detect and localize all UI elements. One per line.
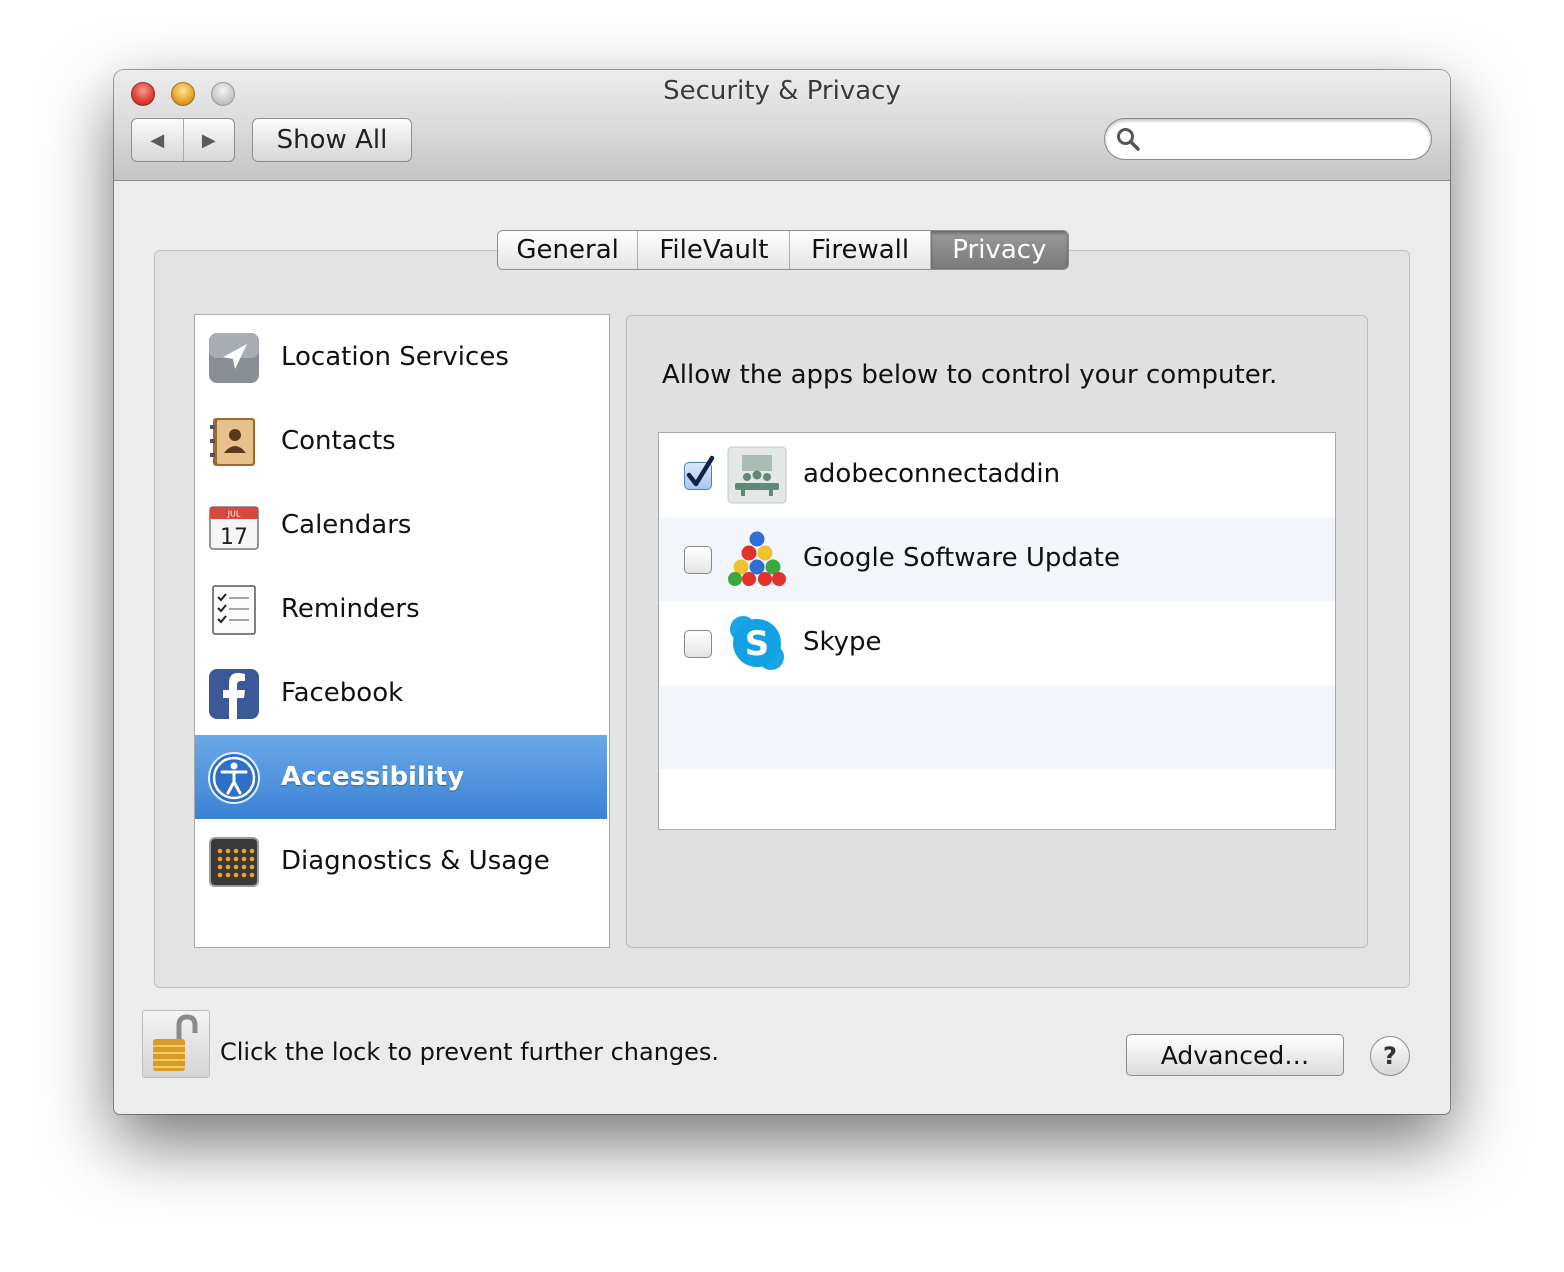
search-input[interactable] [1147, 123, 1419, 155]
back-forward-control: ◀ ▶ [131, 118, 235, 162]
back-button[interactable]: ◀ [132, 119, 183, 161]
title-bar: Security & Privacy ◀ ▶ Show All [114, 70, 1450, 181]
unlocked-padlock-icon [153, 1014, 198, 1071]
back-arrow-icon: ◀ [150, 129, 165, 151]
tab-firewall[interactable]: Firewall [789, 231, 929, 269]
panel-description: Allow the apps below to control your com… [662, 360, 1278, 390]
sidebar-item-label: Reminders [281, 594, 420, 624]
search-icon [1117, 128, 1140, 151]
location-arrow-icon [209, 333, 259, 383]
reminders-checklist-icon [212, 585, 256, 635]
sidebar-item-diagnostics-usage[interactable]: Diagnostics & Usage [195, 819, 607, 903]
advanced-button[interactable]: Advanced… [1126, 1034, 1344, 1076]
diagnostics-icon [209, 837, 259, 887]
calendar-icon: JUL 17 [209, 506, 259, 550]
app-name: Skype [803, 627, 882, 657]
app-checkbox-skype[interactable] [684, 630, 712, 658]
app-name: Google Software Update [803, 543, 1120, 573]
search-field[interactable] [1104, 118, 1432, 160]
tab-privacy[interactable]: Privacy [929, 231, 1068, 269]
forward-arrow-icon: ▶ [201, 129, 216, 151]
sidebar-item-label: Location Services [281, 342, 509, 372]
app-row-skype: S Skype [659, 601, 1335, 685]
skype-icon: S [730, 616, 784, 670]
window-title: Security & Privacy [663, 76, 901, 106]
tab-bar: General FileVault Firewall Privacy [497, 230, 1069, 270]
app-checkbox-google-software-update[interactable] [684, 546, 712, 574]
sidebar-item-label: Contacts [281, 426, 396, 456]
sidebar-item-label: Facebook [281, 678, 404, 708]
app-row-google-software-update: Google Software Update [659, 517, 1335, 601]
svg-text:17: 17 [220, 525, 248, 550]
facebook-icon [209, 669, 259, 719]
lock-button[interactable] [142, 1010, 210, 1078]
sidebar-item-label: Diagnostics & Usage [281, 846, 550, 876]
google-software-update-icon [728, 531, 786, 586]
tab-filevault[interactable]: FileVault [637, 231, 789, 269]
tab-general[interactable]: General [498, 231, 637, 269]
show-all-button[interactable]: Show All [252, 118, 412, 162]
svg-text:JUL: JUL [227, 510, 241, 519]
sidebar-item-label: Calendars [281, 510, 412, 540]
app-checkbox-adobeconnectaddin[interactable] [684, 455, 715, 490]
sidebar-item-facebook[interactable]: Facebook [195, 651, 607, 735]
forward-button[interactable]: ▶ [182, 119, 235, 161]
app-name: adobeconnectaddin [803, 459, 1061, 489]
app-row-adobeconnectaddin: adobeconnectaddin [659, 433, 1335, 517]
security-privacy-window: Security & Privacy ◀ ▶ Show All General … [114, 70, 1450, 1114]
sidebar-item-calendars[interactable]: JUL 17 Calendars [195, 483, 607, 567]
app-row-empty [659, 685, 1335, 769]
contacts-book-icon [210, 418, 255, 466]
sidebar-item-contacts[interactable]: Contacts [195, 399, 607, 483]
checkmark-icon [686, 455, 715, 487]
svg-text:S: S [745, 624, 770, 664]
accessibility-icon [208, 752, 260, 804]
adobe-connect-icon [727, 446, 787, 504]
sidebar-item-reminders[interactable]: Reminders [195, 567, 607, 651]
help-button[interactable]: ? [1370, 1036, 1410, 1076]
lock-status-text: Click the lock to prevent further change… [220, 1038, 720, 1066]
sidebar-item-location-services[interactable]: Location Services [195, 315, 607, 399]
privacy-category-list: Location Services Contacts JUL 17 Calend… [194, 314, 610, 948]
sidebar-item-accessibility[interactable]: Accessibility [195, 735, 607, 819]
app-list: adobeconnectaddin Google Software Update [658, 432, 1336, 830]
sidebar-item-label: Accessibility [281, 762, 465, 792]
